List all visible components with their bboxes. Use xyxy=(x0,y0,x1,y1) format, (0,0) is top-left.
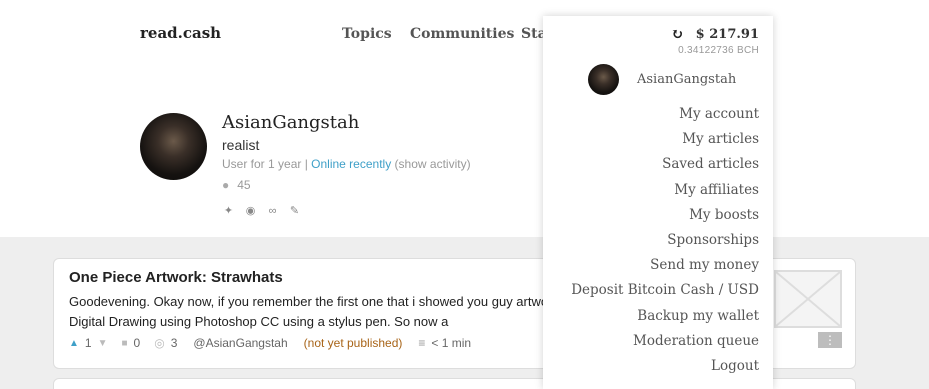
balance-usd: $ 217.91 xyxy=(695,26,759,42)
member-since: User for 1 year | xyxy=(222,157,312,171)
nav-topics[interactable]: Topics xyxy=(342,26,392,42)
read-time: < 1 min xyxy=(431,336,472,350)
link-icon[interactable]: ∞ xyxy=(266,205,279,217)
account-menu: My account My articles Saved articles My… xyxy=(571,104,759,381)
dropdown-username: AsianGangstah xyxy=(637,72,737,87)
reddit-icon[interactable]: ◉ xyxy=(244,204,257,217)
dropdown-user[interactable]: AsianGangstah xyxy=(588,64,736,95)
views-count: 3 xyxy=(170,336,178,350)
top-bar: read.cash Topics Communities Stat xyxy=(0,0,929,70)
article-stats: ▲ 1 ▼ ■ 0 ◎ 3 @AsianGangstah (not yet pu… xyxy=(69,336,471,350)
menu-item-my-account[interactable]: My account xyxy=(571,104,759,129)
profile-avatar xyxy=(140,113,207,180)
profile-meta: User for 1 year | Online recently (show … xyxy=(222,157,471,171)
article-author[interactable]: @AsianGangstah xyxy=(193,336,287,350)
followers-count[interactable]: ● 45 xyxy=(222,178,251,192)
menu-item-deposit[interactable]: Deposit Bitcoin Cash / USD xyxy=(571,280,759,305)
article-options-button[interactable]: ⋮ xyxy=(818,332,842,348)
account-dropdown: ↻ $ 217.91 0.34122736 BCH AsianGangstah … xyxy=(543,16,773,389)
article-excerpt: Goodevening. Okay now, if you remember t… xyxy=(69,294,584,329)
followers-value: 45 xyxy=(237,178,251,192)
menu-item-my-boosts[interactable]: My boosts xyxy=(571,205,759,230)
image-placeholder-icon xyxy=(775,271,841,327)
menu-item-logout[interactable]: Logout xyxy=(571,356,759,381)
balance-bch: 0.34122736 BCH xyxy=(678,45,759,56)
profile-tagline: realist xyxy=(222,137,260,153)
views-icon: ◎ xyxy=(154,336,165,350)
comment-icon: ■ xyxy=(121,337,128,349)
read-time-icon: ≡ xyxy=(418,336,426,350)
article-thumbnail[interactable] xyxy=(774,270,842,328)
thumbs-up-icon[interactable]: ▲ xyxy=(69,338,79,349)
edit-pencil-icon[interactable]: ✎ xyxy=(288,204,301,217)
publish-status: (not yet published) xyxy=(303,336,403,350)
wallet-balance: ↻ $ 217.91 xyxy=(671,25,759,43)
menu-item-backup-wallet[interactable]: Backup my wallet xyxy=(571,306,759,331)
profile-social-links: ✦ ◉ ∞ ✎ xyxy=(222,204,301,218)
nav-communities[interactable]: Communities xyxy=(410,26,514,42)
online-status-link[interactable]: Online recently xyxy=(311,157,391,171)
profile-header: AsianGangstah realist User for 1 year | … xyxy=(0,70,929,237)
refresh-icon[interactable]: ↻ xyxy=(671,25,684,43)
menu-item-my-affiliates[interactable]: My affiliates xyxy=(571,180,759,205)
menu-item-my-articles[interactable]: My articles xyxy=(571,129,759,154)
thumbs-down-icon[interactable]: ▼ xyxy=(98,338,108,349)
site-logo[interactable]: read.cash xyxy=(140,24,221,42)
user-avatar xyxy=(588,64,619,95)
likes-count: 1 xyxy=(84,336,92,350)
article-title[interactable]: One Piece Artwork: Strawhats xyxy=(69,269,283,286)
twitter-icon[interactable]: ✦ xyxy=(222,204,235,217)
menu-item-send-money[interactable]: Send my money xyxy=(571,255,759,280)
menu-item-sponsorships[interactable]: Sponsorships xyxy=(571,230,759,255)
profile-name: AsianGangstah xyxy=(222,112,360,133)
show-activity-link[interactable]: (show activity) xyxy=(395,157,471,171)
comments-count: 0 xyxy=(133,336,141,350)
menu-item-saved-articles[interactable]: Saved articles xyxy=(571,154,759,179)
followers-icon: ● xyxy=(222,178,230,192)
menu-item-moderation-queue[interactable]: Moderation queue xyxy=(571,331,759,356)
